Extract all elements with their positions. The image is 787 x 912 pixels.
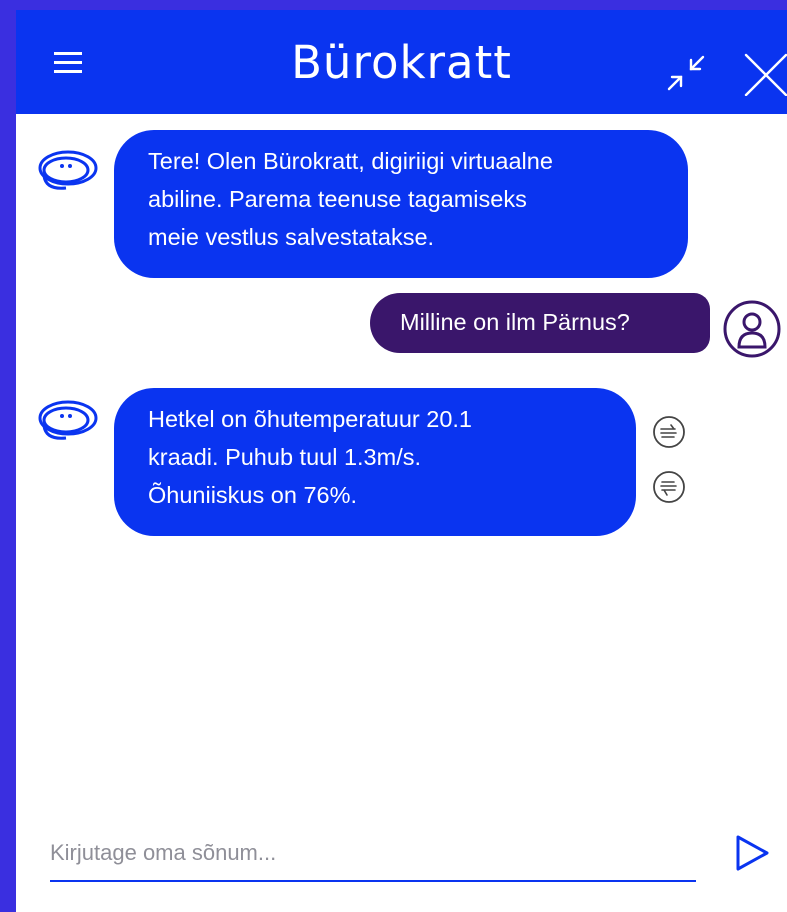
thumbs-up-button[interactable] [652,415,686,449]
message-text-line: Õhuniiskus on 76%. [148,482,358,508]
user-avatar-icon [723,300,781,358]
bot-message: Hetkel on õhutemperatuur 20.1 kraadi. Pu… [114,388,636,536]
send-icon [736,835,769,871]
bot-avatar-icon [38,400,98,440]
thumbs-down-icon [653,471,685,503]
chat-widget: Bürokratt Tere! Olen Bürokratt, digiriig… [16,10,787,912]
bot-avatar [36,396,100,444]
message-text: Milline on ilm Pärnus? [400,309,630,335]
close-icon [744,53,787,96]
message-composer [50,830,696,882]
message-text-line: meie vestlus salvestatakse. [148,224,435,250]
message-text-line: abiline. Parema teenuse tagamiseks [148,186,527,212]
minimize-icon [667,55,705,91]
message-text-line: kraadi. Puhub tuul 1.3m/s. [148,444,422,470]
bot-message: Tere! Olen Bürokratt, digiriigi virtuaal… [114,130,688,278]
minimize-button[interactable] [665,54,707,92]
message-input[interactable] [50,830,690,876]
thumbs-up-icon [653,416,685,448]
bot-avatar-icon [38,150,98,190]
message-text-line: Tere! Olen Bürokratt, digiriigi virtuaal… [148,148,553,174]
user-avatar [722,299,782,359]
message-text-line: Hetkel on õhutemperatuur 20.1 [148,406,472,432]
chat-header: Bürokratt [16,10,787,114]
close-button[interactable] [742,50,787,96]
send-button[interactable] [734,834,770,872]
bot-avatar [36,146,100,194]
thumbs-down-button[interactable] [652,470,686,504]
user-message: Milline on ilm Pärnus? [370,293,710,353]
